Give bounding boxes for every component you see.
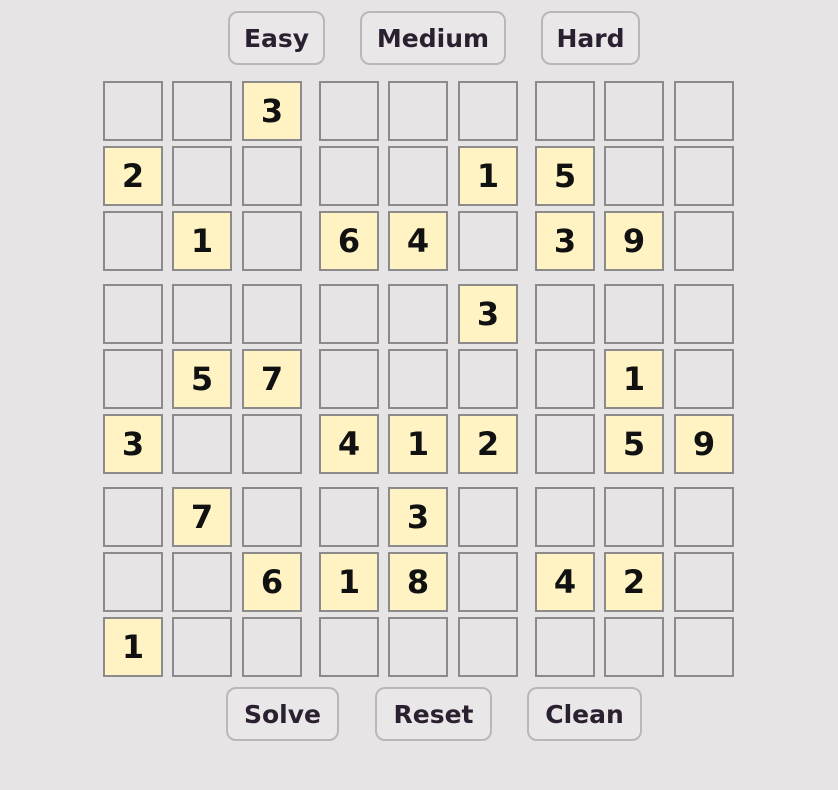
medium-button[interactable]: Medium [360, 11, 506, 65]
sudoku-cell-r8-c2[interactable] [172, 552, 232, 612]
sudoku-cell-r3-c9[interactable] [674, 211, 734, 271]
sudoku-cell-r4-c6[interactable]: 3 [458, 284, 518, 344]
sudoku-cell-r4-c9[interactable] [674, 284, 734, 344]
sudoku-cell-r1-c5[interactable] [388, 81, 448, 141]
sudoku-cell-r3-c1[interactable] [103, 211, 163, 271]
sudoku-cell-r9-c8[interactable] [604, 617, 664, 677]
sudoku-cell-r1-c2[interactable] [172, 81, 232, 141]
sudoku-cell-r3-c3[interactable] [242, 211, 302, 271]
sudoku-cell-r6-c2[interactable] [172, 414, 232, 474]
sudoku-cell-r8-c1[interactable] [103, 552, 163, 612]
sudoku-cell-r4-c5[interactable] [388, 284, 448, 344]
sudoku-cell-r5-c2[interactable]: 5 [172, 349, 232, 409]
sudoku-cell-r9-c2[interactable] [172, 617, 232, 677]
sudoku-cell-r9-c6[interactable] [458, 617, 518, 677]
sudoku-cell-r5-c3[interactable]: 7 [242, 349, 302, 409]
sudoku-cell-r7-c1[interactable] [103, 487, 163, 547]
sudoku-cell-r8-c7[interactable]: 4 [535, 552, 595, 612]
sudoku-cell-r7-c2[interactable]: 7 [172, 487, 232, 547]
sudoku-cell-r1-c3[interactable]: 3 [242, 81, 302, 141]
sudoku-cell-r4-c4[interactable] [319, 284, 379, 344]
sudoku-cell-r9-c5[interactable] [388, 617, 448, 677]
sudoku-cell-r6-c3[interactable] [242, 414, 302, 474]
solve-button[interactable]: Solve [226, 687, 339, 741]
sudoku-cell-r2-c4[interactable] [319, 146, 379, 206]
sudoku-cell-r2-c5[interactable] [388, 146, 448, 206]
sudoku-cell-r1-c6[interactable] [458, 81, 518, 141]
sudoku-cell-r1-c8[interactable] [604, 81, 664, 141]
sudoku-cell-r1-c1[interactable] [103, 81, 163, 141]
sudoku-cell-r6-c4[interactable]: 4 [319, 414, 379, 474]
sudoku-cell-r5-c4[interactable] [319, 349, 379, 409]
sudoku-cell-r3-c4[interactable]: 6 [319, 211, 379, 271]
sudoku-cell-r5-c6[interactable] [458, 349, 518, 409]
sudoku-cell-r7-c7[interactable] [535, 487, 595, 547]
sudoku-cell-r9-c1[interactable]: 1 [103, 617, 163, 677]
sudoku-cell-r3-c7[interactable]: 3 [535, 211, 595, 271]
sudoku-cell-r6-c5[interactable]: 1 [388, 414, 448, 474]
sudoku-cell-r6-c7[interactable] [535, 414, 595, 474]
sudoku-cell-r1-c9[interactable] [674, 81, 734, 141]
sudoku-cell-r6-c8[interactable]: 5 [604, 414, 664, 474]
sudoku-cell-r7-c5[interactable]: 3 [388, 487, 448, 547]
sudoku-cell-r1-c4[interactable] [319, 81, 379, 141]
hard-button[interactable]: Hard [541, 11, 640, 65]
sudoku-cell-r5-c9[interactable] [674, 349, 734, 409]
sudoku-cell-r2-c7[interactable]: 5 [535, 146, 595, 206]
clean-button[interactable]: Clean [527, 687, 642, 741]
sudoku-cell-r4-c3[interactable] [242, 284, 302, 344]
sudoku-cell-r1-c7[interactable] [535, 81, 595, 141]
sudoku-cell-r6-c9[interactable]: 9 [674, 414, 734, 474]
sudoku-cell-r5-c1[interactable] [103, 349, 163, 409]
sudoku-cell-r3-c6[interactable] [458, 211, 518, 271]
sudoku-cell-r8-c5[interactable]: 8 [388, 552, 448, 612]
sudoku-cell-r6-c1[interactable]: 3 [103, 414, 163, 474]
sudoku-cell-r5-c7[interactable] [535, 349, 595, 409]
sudoku-cell-r2-c3[interactable] [242, 146, 302, 206]
sudoku-cell-r4-c2[interactable] [172, 284, 232, 344]
sudoku-cell-r5-c5[interactable] [388, 349, 448, 409]
sudoku-cell-r2-c6[interactable]: 1 [458, 146, 518, 206]
sudoku-cell-r7-c8[interactable] [604, 487, 664, 547]
sudoku-cell-r7-c9[interactable] [674, 487, 734, 547]
sudoku-cell-r3-c8[interactable]: 9 [604, 211, 664, 271]
sudoku-cell-r9-c7[interactable] [535, 617, 595, 677]
sudoku-cell-r8-c9[interactable] [674, 552, 734, 612]
sudoku-cell-r4-c1[interactable] [103, 284, 163, 344]
sudoku-cell-r4-c7[interactable] [535, 284, 595, 344]
sudoku-cell-r8-c6[interactable] [458, 552, 518, 612]
sudoku-cell-r7-c4[interactable] [319, 487, 379, 547]
sudoku-cell-r7-c3[interactable] [242, 487, 302, 547]
sudoku-cell-r9-c3[interactable] [242, 617, 302, 677]
sudoku-cell-r9-c4[interactable] [319, 617, 379, 677]
sudoku-cell-r2-c8[interactable] [604, 146, 664, 206]
sudoku-cell-r8-c8[interactable]: 2 [604, 552, 664, 612]
sudoku-cell-r7-c6[interactable] [458, 487, 518, 547]
sudoku-cell-r3-c2[interactable]: 1 [172, 211, 232, 271]
sudoku-cell-r8-c3[interactable]: 6 [242, 552, 302, 612]
sudoku-cell-r3-c5[interactable]: 4 [388, 211, 448, 271]
sudoku-cell-r8-c4[interactable]: 1 [319, 552, 379, 612]
reset-button[interactable]: Reset [375, 687, 492, 741]
sudoku-cell-r9-c9[interactable] [674, 617, 734, 677]
sudoku-cell-r5-c8[interactable]: 1 [604, 349, 664, 409]
sudoku-cell-r2-c2[interactable] [172, 146, 232, 206]
easy-button[interactable]: Easy [228, 11, 325, 65]
sudoku-cell-r6-c6[interactable]: 2 [458, 414, 518, 474]
sudoku-cell-r4-c8[interactable] [604, 284, 664, 344]
sudoku-cell-r2-c1[interactable]: 2 [103, 146, 163, 206]
sudoku-cell-r2-c9[interactable] [674, 146, 734, 206]
